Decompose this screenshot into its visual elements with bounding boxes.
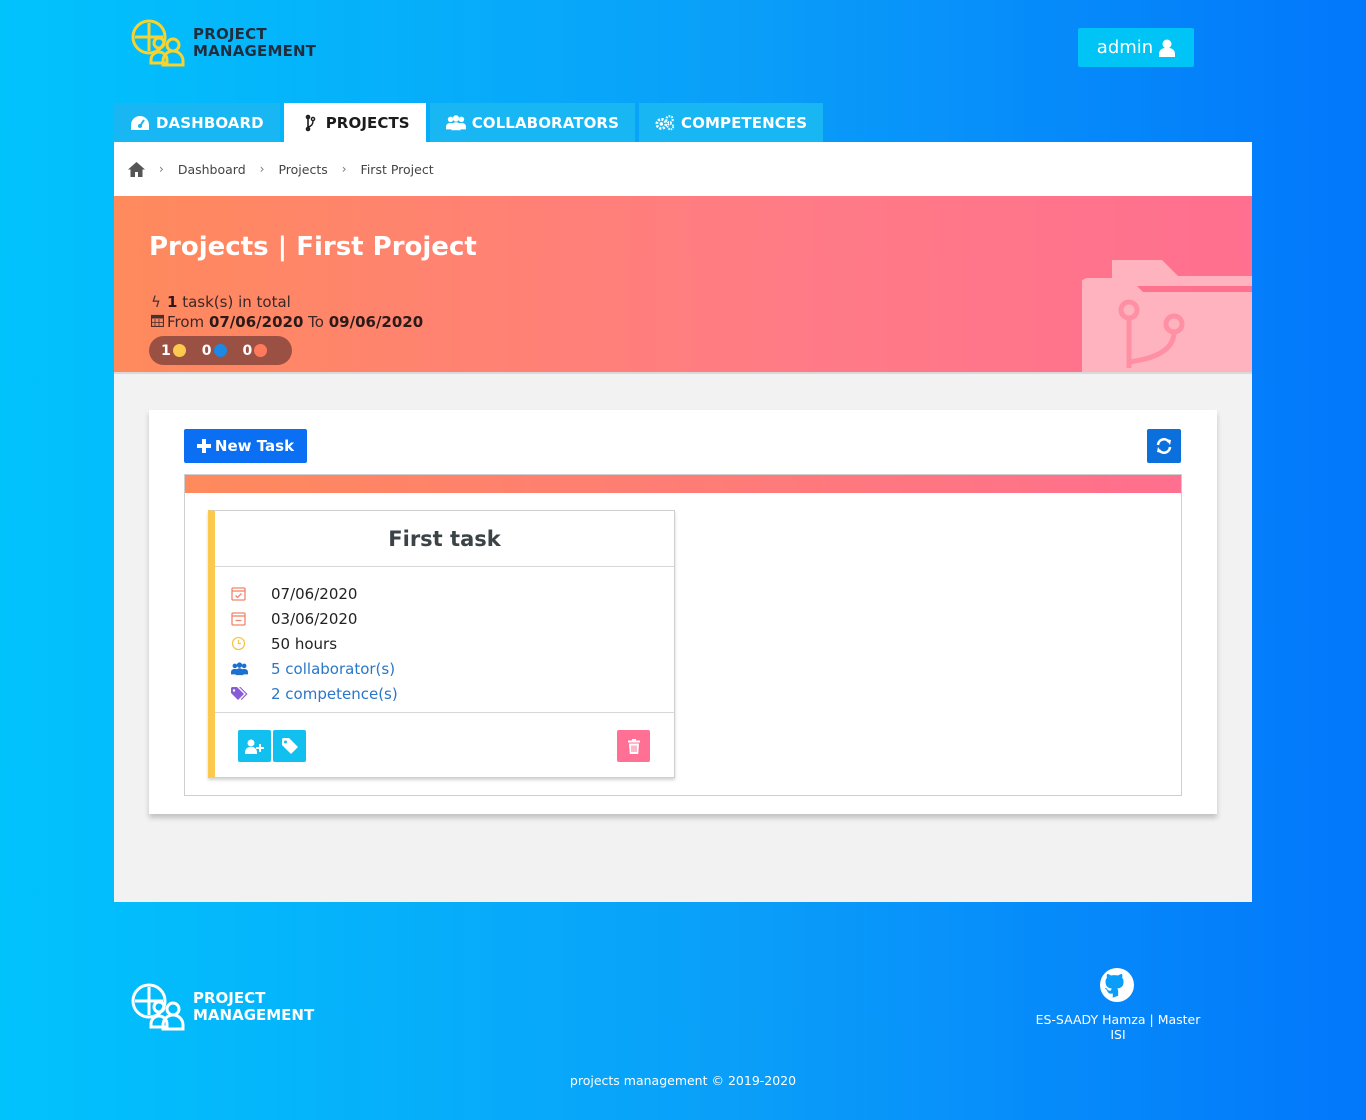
brand-line-1: PROJECT [193,25,267,43]
new-task-label: New Task [214,437,295,455]
from-label: From [167,313,209,331]
plus-icon [196,439,211,453]
breadcrumb-separator: › [259,162,265,176]
task-collaborators-link[interactable]: 5 collaborator(s) [271,660,395,678]
dashboard-gauge-icon [131,115,149,130]
add-competence-button[interactable] [273,730,306,762]
user-name: admin [1096,37,1154,58]
cogs-icon [655,114,675,130]
refresh-button[interactable] [1147,429,1181,463]
tab-dashboard[interactable]: DASHBOARD [114,103,280,142]
tags-icon [231,686,248,700]
status-dot-orange [254,344,268,357]
clock-icon [231,636,246,651]
brand-line-2: MANAGEMENT [193,42,317,60]
task-competences-link[interactable]: 2 competence(s) [271,685,398,703]
folder-branch-icon [1082,260,1252,372]
board-header-bar [185,475,1181,493]
project-management-logo-icon [131,19,185,67]
user-icon [1159,39,1176,57]
task-count: 1 [167,293,178,311]
breadcrumb-dashboard[interactable]: Dashboard [178,162,246,177]
task-count-line: ϟ1 task(s) in total [151,292,423,312]
task-duration: 50 hours [271,634,338,653]
task-count-suffix: task(s) in total [177,293,291,311]
to-label: To [303,313,329,331]
date-range-line: From 07/06/2020 To 09/06/2020 [150,312,424,332]
breadcrumb-separator: › [159,162,164,176]
task-card[interactable]: First task 07/06/2020 03/06/2020 50 hour… [208,510,675,778]
tab-collaborators-label: COLLABORATORS [471,113,619,132]
users-icon [445,114,466,130]
refresh-icon [1156,438,1172,454]
status-dot-yellow [172,344,186,357]
tag-icon [281,738,298,754]
to-date: 09/06/2020 [328,313,424,331]
tab-dashboard-label: DASHBOARD [156,113,264,132]
task-details: 07/06/2020 03/06/2020 50 hours 5 collabo… [215,567,674,706]
calendar-icon [150,312,167,332]
task-end-date: 07/06/2020 [271,584,358,603]
task-collaborators-row: 5 collaborator(s) [231,656,674,681]
status-count-todo: 1 [161,343,196,359]
task-status-summary: 1 0 0 [149,336,292,365]
tab-collaborators[interactable]: COLLABORATORS [429,103,635,142]
task-start-date: 03/06/2020 [271,609,358,628]
bolt-icon: ϟ [151,293,161,311]
trash-icon [627,738,640,754]
task-end-date-row: 07/06/2020 [231,581,674,606]
status-dot-blue [213,344,227,357]
project-management-logo-icon [131,983,185,1031]
footer-author: ES-SAADY Hamza | Master ISI [1035,1012,1201,1042]
task-start-date-row: 03/06/2020 [231,606,674,631]
breadcrumb-current: First Project [360,161,434,177]
tasks-panel: New Task First task 07/06/2020 03/06/202… [149,410,1217,814]
user-plus-icon [244,739,264,754]
task-competences-row: 2 competence(s) [231,681,674,706]
add-collaborator-button[interactable] [238,730,271,762]
task-card-footer [215,712,674,762]
task-board: First task 07/06/2020 03/06/2020 50 hour… [184,474,1182,796]
breadcrumb-projects[interactable]: Projects [278,162,327,177]
new-task-button[interactable]: New Task [184,429,307,463]
tab-competences[interactable]: COMPETENCES [639,103,824,142]
project-meta: ϟ1 task(s) in total From 07/06/2020 To 0… [150,292,424,332]
from-date: 07/06/2020 [208,313,304,331]
home-icon[interactable] [128,161,145,177]
users-icon [231,661,248,675]
footer-brand-line-1: PROJECT [193,989,266,1007]
calendar-minus-icon [231,612,246,626]
footer-copyright: projects management © 2019-2020 [569,1073,797,1088]
breadcrumb-separator: › [341,162,347,176]
main-content: › Dashboard › Projects › First Project P… [114,142,1252,902]
main-nav-tabs: DASHBOARD PROJECTS COLLABORATORS COMPETE… [114,103,824,142]
code-branch-icon [305,114,316,131]
project-header-banner: Projects | First Project ϟ1 task(s) in t… [114,196,1252,374]
user-menu-button[interactable]: admin [1078,28,1194,67]
github-icon[interactable] [1100,968,1134,1002]
footer-brand-logo: PROJECT MANAGEMENT [131,981,314,1033]
delete-task-button[interactable] [617,730,650,762]
task-duration-row: 50 hours [231,631,674,656]
tab-projects[interactable]: PROJECTS [283,103,426,142]
status-count-done: 0 [243,343,278,359]
status-count-in-progress: 0 [202,343,237,359]
brand-logo[interactable]: PROJECT MANAGEMENT [131,17,316,69]
tab-competences-label: COMPETENCES [681,113,808,132]
breadcrumb: › Dashboard › Projects › First Project [114,142,1252,196]
task-title: First task [215,511,674,567]
calendar-check-icon [231,587,246,601]
footer-brand-line-2: MANAGEMENT [193,1006,315,1024]
tab-projects-label: PROJECTS [325,113,410,132]
page-title: Projects | First Project [149,232,477,262]
